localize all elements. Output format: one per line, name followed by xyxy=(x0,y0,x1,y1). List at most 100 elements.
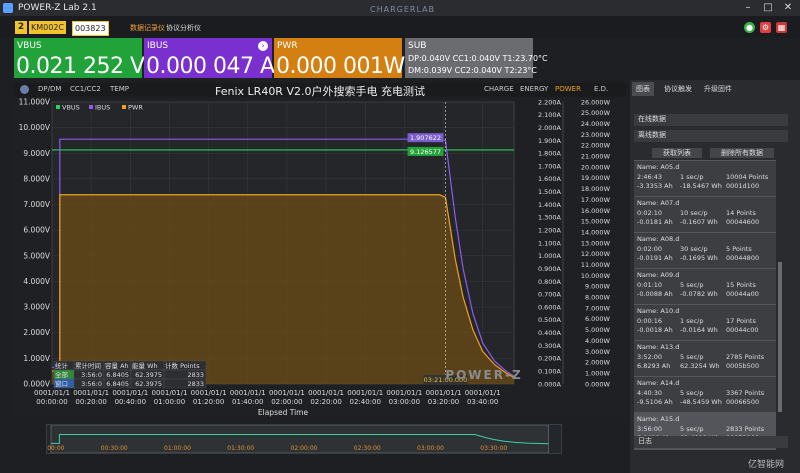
stats-value: 6.8405 xyxy=(106,380,129,388)
nav-protocol-analyzer[interactable]: 协议分析仪 xyxy=(166,23,201,33)
record-l3b: -0.1695 Wh xyxy=(680,254,718,262)
y-right-tick-label: 26.000W xyxy=(581,98,611,106)
y-right-tick-label: 6.000W xyxy=(585,315,611,323)
tab-cc1cc2[interactable]: CC1/CC2 xyxy=(70,85,101,93)
timeline-overview[interactable]: 00:00:00 00:30:00 01:00:00 01:30:00 02:00:00… xyxy=(38,424,562,454)
close-icon[interactable]: ✕ xyxy=(778,0,798,16)
y-right-tick-label: 20.000W xyxy=(581,163,611,171)
record-l2b: 5 sec/p xyxy=(680,389,704,397)
y-left-tick-label: 2.000V xyxy=(23,328,50,337)
y-mid-tick-label: 1.700A xyxy=(538,162,562,170)
tab-energy[interactable]: ENERGY xyxy=(520,85,548,93)
stats-value: 62.3975 xyxy=(135,371,162,379)
record-item[interactable]: Name: A08.d 0:02:00 30 sec/p 5 Points -0.019… xyxy=(634,232,776,270)
maximize-icon[interactable]: □ xyxy=(758,0,778,16)
watermark: 亿智能网 xyxy=(748,460,785,470)
tab-power[interactable]: POWER xyxy=(555,85,581,93)
chart-settings-icon[interactable] xyxy=(20,85,29,94)
tab-charge[interactable]: CHARGE xyxy=(484,85,514,93)
record-scrollbar[interactable] xyxy=(778,262,782,412)
record-l3c: 00044a00 xyxy=(726,290,759,298)
record-item[interactable]: Name: A05.d 2:46:43 1 sec/p 10004 Points -3.… xyxy=(634,160,776,198)
vbus-label: VBUS xyxy=(17,41,42,51)
stats-header: 能量 Wh xyxy=(132,361,158,370)
tab-dpdm[interactable]: DP/DM xyxy=(38,85,61,93)
y-right-tick-label: 14.000W xyxy=(581,228,611,236)
x-tick-time: 02:40:00 xyxy=(349,398,380,406)
y-right-tick-label: 8.000W xyxy=(585,294,611,302)
online-data-section[interactable]: 在线数据 xyxy=(634,114,788,126)
vbus-value: 0.021 252 V xyxy=(16,54,145,79)
record-name: Name: A10.d xyxy=(637,307,680,315)
record-item[interactable]: Name: A09.d 0:01:10 5 sec/p 15 Points -0.008… xyxy=(634,268,776,306)
timeline-tick: 01:00:00 xyxy=(164,445,191,452)
record-name: Name: A08.d xyxy=(637,235,680,243)
chart[interactable]: 0.000V 1.000V 2.000V 3.000V 4.000V 5.000V 6.00… xyxy=(14,97,626,417)
record-l2a: 4:40:30 xyxy=(637,389,663,397)
y-right-tick-label: 19.000W xyxy=(581,174,611,182)
delete-all-button[interactable]: 删除所有数据 xyxy=(710,148,774,158)
record-name: Name: A15.d xyxy=(637,415,680,423)
tab-temp[interactable]: TEMP xyxy=(110,85,129,93)
record-l2a: 3:56:00 xyxy=(637,425,663,433)
device-serial[interactable]: 003823 xyxy=(72,21,109,36)
device-model[interactable]: KM002C xyxy=(29,21,67,34)
y-right-tick-label: 0.000W xyxy=(585,380,611,388)
stats-value: 2833 xyxy=(187,371,204,379)
record-l2b: 30 sec/p xyxy=(680,245,708,253)
record-item[interactable]: Name: A07.d 0:02:10 10 sec/p 14 Points -0.01… xyxy=(634,196,776,234)
y-mid-tick-label: 2.000A xyxy=(538,124,562,132)
stats-value: 3:56:0 xyxy=(81,371,102,379)
minimize-icon[interactable]: – xyxy=(738,0,758,16)
record-l3c: 0001d100 xyxy=(726,182,760,190)
record-l2c: 10004 Points xyxy=(726,173,769,181)
sub-line2: DM:0.039V CC2:0.040V T2:23°C xyxy=(408,66,537,75)
record-l3c: 0005b500 xyxy=(726,362,760,370)
record-name: Name: A09.d xyxy=(637,271,680,279)
y-right-tick-label: 3.000W xyxy=(585,348,611,356)
log-section[interactable]: 日志 xyxy=(634,436,788,448)
x-tick-time: 00:20:00 xyxy=(75,398,106,406)
timeline-tick: 00:00:00 xyxy=(47,445,65,452)
record-l3c: 00066500 xyxy=(726,398,760,406)
title-bar: POWER-Z Lab 2.1 CHARGERLAB – □ ✕ xyxy=(0,0,800,16)
x-tick-date: 0001/01/1 xyxy=(386,389,422,397)
y-right-tick-label: 23.000W xyxy=(581,131,611,139)
y-left-tick-label: 9.000V xyxy=(23,149,50,158)
y-mid-tick-label: 0.300A xyxy=(538,342,562,350)
settings-icon[interactable]: ⚙ xyxy=(760,22,771,33)
record-l2c: 14 Points xyxy=(726,209,756,217)
tab-firmware-upgrade[interactable]: 升级固件 xyxy=(700,82,736,96)
record-l3c: 00044c00 xyxy=(726,326,759,334)
record-l2a: 2:46:43 xyxy=(637,173,663,181)
offline-data-section[interactable]: 离线数据 xyxy=(634,130,788,142)
record-l2a: 3:52:00 xyxy=(637,353,663,361)
cursor-ibus-value: 1.907622 xyxy=(410,134,441,142)
x-tick-date: 0001/01/1 xyxy=(230,389,266,397)
y-left-tick-label: 11.000V xyxy=(19,98,51,107)
stats-header: 计数 Points xyxy=(165,361,200,370)
record-item[interactable]: Name: A10.d 0:00:16 1 sec/p 17 Points -0.001… xyxy=(634,304,776,342)
status-icon[interactable]: ● xyxy=(744,22,755,33)
timeline-svg: 00:00:00 00:30:00 01:00:00 01:30:00 02:00:00… xyxy=(38,424,549,454)
arrow-right-icon[interactable]: › xyxy=(258,41,268,51)
grid-icon[interactable]: ▦ xyxy=(776,22,787,33)
tab-chart[interactable]: 图表 xyxy=(632,82,654,96)
stats-value: 6.8405 xyxy=(106,371,129,379)
record-l2b: 1 sec/p xyxy=(680,317,704,325)
pwr-value: 0.000 001W xyxy=(276,54,405,79)
record-item[interactable]: Name: A13.d 3:52:00 5 sec/p 2785 Points 6.82… xyxy=(634,340,776,378)
y-mid-tick-label: 0.900A xyxy=(538,265,562,273)
tab-protocol-trigger[interactable]: 协议触发 xyxy=(660,82,696,96)
tab-ed[interactable]: E.D. xyxy=(594,85,608,93)
device-index-badge[interactable]: 2 xyxy=(15,21,27,34)
record-l2c: 2785 Points xyxy=(726,353,765,361)
nav-data-logger[interactable]: 数据记录仪 xyxy=(130,23,165,33)
get-list-button[interactable]: 获取列表 xyxy=(652,148,702,158)
chart-watermark: POWER-Z xyxy=(445,368,522,382)
record-l3a: -9.5106 Ah xyxy=(637,398,673,406)
record-l2c: 2833 Points xyxy=(726,425,765,433)
timeline-tick: 02:30:00 xyxy=(354,445,381,452)
record-item[interactable]: Name: A14.d 4:40:30 5 sec/p 3367 Points -9.5… xyxy=(634,376,776,414)
record-l2c: 3367 Points xyxy=(726,389,765,397)
